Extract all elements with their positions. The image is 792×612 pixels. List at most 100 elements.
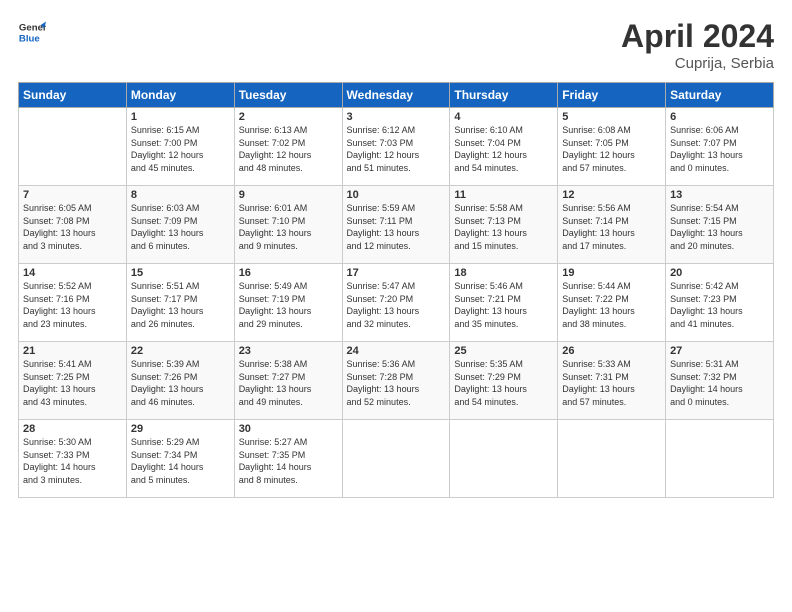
week-row-4: 28Sunrise: 5:30 AMSunset: 7:33 PMDayligh… (19, 420, 774, 498)
cell-w1-d2: 9Sunrise: 6:01 AMSunset: 7:10 PMDaylight… (234, 186, 342, 264)
day-number: 9 (239, 189, 338, 201)
cell-w4-d6 (666, 420, 774, 498)
col-wednesday: Wednesday (342, 83, 450, 108)
day-info: Sunrise: 6:08 AMSunset: 7:05 PMDaylight:… (562, 124, 661, 174)
day-info: Sunrise: 6:06 AMSunset: 7:07 PMDaylight:… (670, 124, 769, 174)
day-number: 6 (670, 111, 769, 123)
day-number: 26 (562, 345, 661, 357)
col-monday: Monday (126, 83, 234, 108)
col-sunday: Sunday (19, 83, 127, 108)
cell-w4-d1: 29Sunrise: 5:29 AMSunset: 7:34 PMDayligh… (126, 420, 234, 498)
cell-w1-d1: 8Sunrise: 6:03 AMSunset: 7:09 PMDaylight… (126, 186, 234, 264)
day-number: 28 (23, 423, 122, 435)
day-info: Sunrise: 5:56 AMSunset: 7:14 PMDaylight:… (562, 202, 661, 252)
day-info: Sunrise: 5:31 AMSunset: 7:32 PMDaylight:… (670, 358, 769, 408)
day-number: 16 (239, 267, 338, 279)
day-info: Sunrise: 5:52 AMSunset: 7:16 PMDaylight:… (23, 280, 122, 330)
day-number: 11 (454, 189, 553, 201)
day-number: 18 (454, 267, 553, 279)
day-info: Sunrise: 6:05 AMSunset: 7:08 PMDaylight:… (23, 202, 122, 252)
day-info: Sunrise: 5:27 AMSunset: 7:35 PMDaylight:… (239, 436, 338, 486)
day-info: Sunrise: 6:15 AMSunset: 7:00 PMDaylight:… (131, 124, 230, 174)
day-number: 4 (454, 111, 553, 123)
day-number: 21 (23, 345, 122, 357)
cell-w0-d5: 5Sunrise: 6:08 AMSunset: 7:05 PMDaylight… (558, 108, 666, 186)
cell-w3-d6: 27Sunrise: 5:31 AMSunset: 7:32 PMDayligh… (666, 342, 774, 420)
header-row: Sunday Monday Tuesday Wednesday Thursday… (19, 83, 774, 108)
day-number: 8 (131, 189, 230, 201)
col-thursday: Thursday (450, 83, 558, 108)
calendar-table: Sunday Monday Tuesday Wednesday Thursday… (18, 82, 774, 498)
week-row-0: 1Sunrise: 6:15 AMSunset: 7:00 PMDaylight… (19, 108, 774, 186)
cell-w1-d6: 13Sunrise: 5:54 AMSunset: 7:15 PMDayligh… (666, 186, 774, 264)
day-number: 20 (670, 267, 769, 279)
cell-w3-d0: 21Sunrise: 5:41 AMSunset: 7:25 PMDayligh… (19, 342, 127, 420)
cell-w3-d2: 23Sunrise: 5:38 AMSunset: 7:27 PMDayligh… (234, 342, 342, 420)
cell-w0-d4: 4Sunrise: 6:10 AMSunset: 7:04 PMDaylight… (450, 108, 558, 186)
day-info: Sunrise: 6:01 AMSunset: 7:10 PMDaylight:… (239, 202, 338, 252)
cell-w1-d0: 7Sunrise: 6:05 AMSunset: 7:08 PMDaylight… (19, 186, 127, 264)
cell-w0-d0 (19, 108, 127, 186)
day-info: Sunrise: 6:12 AMSunset: 7:03 PMDaylight:… (347, 124, 446, 174)
svg-text:General: General (19, 22, 46, 33)
cell-w0-d3: 3Sunrise: 6:12 AMSunset: 7:03 PMDaylight… (342, 108, 450, 186)
cell-w3-d5: 26Sunrise: 5:33 AMSunset: 7:31 PMDayligh… (558, 342, 666, 420)
day-info: Sunrise: 5:58 AMSunset: 7:13 PMDaylight:… (454, 202, 553, 252)
day-number: 17 (347, 267, 446, 279)
day-number: 5 (562, 111, 661, 123)
cell-w2-d5: 19Sunrise: 5:44 AMSunset: 7:22 PMDayligh… (558, 264, 666, 342)
day-number: 2 (239, 111, 338, 123)
day-info: Sunrise: 5:38 AMSunset: 7:27 PMDaylight:… (239, 358, 338, 408)
cell-w2-d0: 14Sunrise: 5:52 AMSunset: 7:16 PMDayligh… (19, 264, 127, 342)
day-number: 15 (131, 267, 230, 279)
title-block: April 2024 Cuprija, Serbia (621, 18, 774, 72)
day-number: 13 (670, 189, 769, 201)
day-info: Sunrise: 5:36 AMSunset: 7:28 PMDaylight:… (347, 358, 446, 408)
cell-w4-d0: 28Sunrise: 5:30 AMSunset: 7:33 PMDayligh… (19, 420, 127, 498)
day-number: 19 (562, 267, 661, 279)
cell-w3-d3: 24Sunrise: 5:36 AMSunset: 7:28 PMDayligh… (342, 342, 450, 420)
day-info: Sunrise: 5:30 AMSunset: 7:33 PMDaylight:… (23, 436, 122, 486)
col-tuesday: Tuesday (234, 83, 342, 108)
svg-text:Blue: Blue (19, 34, 40, 45)
cell-w1-d3: 10Sunrise: 5:59 AMSunset: 7:11 PMDayligh… (342, 186, 450, 264)
day-info: Sunrise: 6:10 AMSunset: 7:04 PMDaylight:… (454, 124, 553, 174)
day-number: 23 (239, 345, 338, 357)
day-info: Sunrise: 5:33 AMSunset: 7:31 PMDaylight:… (562, 358, 661, 408)
col-friday: Friday (558, 83, 666, 108)
cell-w4-d3 (342, 420, 450, 498)
day-info: Sunrise: 5:51 AMSunset: 7:17 PMDaylight:… (131, 280, 230, 330)
logo-icon: General Blue (18, 18, 46, 46)
day-number: 14 (23, 267, 122, 279)
week-row-1: 7Sunrise: 6:05 AMSunset: 7:08 PMDaylight… (19, 186, 774, 264)
calendar-body: 1Sunrise: 6:15 AMSunset: 7:00 PMDaylight… (19, 108, 774, 498)
cell-w0-d2: 2Sunrise: 6:13 AMSunset: 7:02 PMDaylight… (234, 108, 342, 186)
cell-w1-d5: 12Sunrise: 5:56 AMSunset: 7:14 PMDayligh… (558, 186, 666, 264)
day-info: Sunrise: 6:13 AMSunset: 7:02 PMDaylight:… (239, 124, 338, 174)
day-number: 24 (347, 345, 446, 357)
day-number: 10 (347, 189, 446, 201)
day-number: 3 (347, 111, 446, 123)
cell-w3-d1: 22Sunrise: 5:39 AMSunset: 7:26 PMDayligh… (126, 342, 234, 420)
day-number: 12 (562, 189, 661, 201)
cell-w4-d4 (450, 420, 558, 498)
day-number: 25 (454, 345, 553, 357)
day-info: Sunrise: 5:35 AMSunset: 7:29 PMDaylight:… (454, 358, 553, 408)
day-info: Sunrise: 5:39 AMSunset: 7:26 PMDaylight:… (131, 358, 230, 408)
day-info: Sunrise: 5:59 AMSunset: 7:11 PMDaylight:… (347, 202, 446, 252)
day-info: Sunrise: 5:54 AMSunset: 7:15 PMDaylight:… (670, 202, 769, 252)
cell-w1-d4: 11Sunrise: 5:58 AMSunset: 7:13 PMDayligh… (450, 186, 558, 264)
cell-w4-d2: 30Sunrise: 5:27 AMSunset: 7:35 PMDayligh… (234, 420, 342, 498)
day-info: Sunrise: 5:44 AMSunset: 7:22 PMDaylight:… (562, 280, 661, 330)
cell-w0-d6: 6Sunrise: 6:06 AMSunset: 7:07 PMDaylight… (666, 108, 774, 186)
day-info: Sunrise: 6:03 AMSunset: 7:09 PMDaylight:… (131, 202, 230, 252)
day-info: Sunrise: 5:46 AMSunset: 7:21 PMDaylight:… (454, 280, 553, 330)
day-number: 7 (23, 189, 122, 201)
day-number: 22 (131, 345, 230, 357)
week-row-3: 21Sunrise: 5:41 AMSunset: 7:25 PMDayligh… (19, 342, 774, 420)
day-info: Sunrise: 5:47 AMSunset: 7:20 PMDaylight:… (347, 280, 446, 330)
cell-w4-d5 (558, 420, 666, 498)
cell-w2-d4: 18Sunrise: 5:46 AMSunset: 7:21 PMDayligh… (450, 264, 558, 342)
week-row-2: 14Sunrise: 5:52 AMSunset: 7:16 PMDayligh… (19, 264, 774, 342)
day-number: 29 (131, 423, 230, 435)
